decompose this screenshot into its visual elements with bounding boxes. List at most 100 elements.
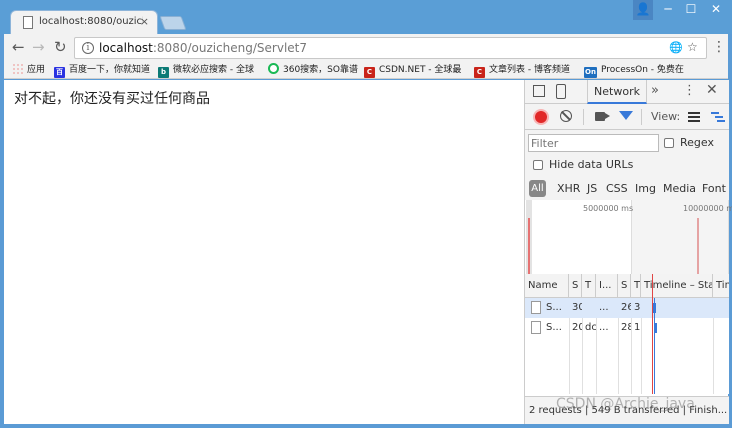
no-purchase-message: 对不起，你还没有买过任何商品: [14, 91, 210, 107]
row-initiator: ...: [599, 302, 609, 313]
document-icon: [531, 301, 541, 314]
row-name: S...: [546, 322, 562, 333]
360-icon: [268, 63, 279, 74]
row-time: 16: [634, 322, 641, 333]
row-type: dc: [585, 322, 596, 333]
page-content: 对不起，你还没有买过任何商品: [4, 80, 524, 424]
type-filter-css[interactable]: CSS: [606, 182, 628, 195]
baidu-icon: 百: [54, 67, 65, 78]
devtools-close-icon[interactable]: ✕: [706, 83, 718, 97]
csdn-icon: C: [474, 67, 485, 78]
network-overview[interactable]: 5000000 ms 10000000 ms: [525, 200, 732, 278]
capture-screenshots-icon[interactable]: [595, 112, 610, 121]
column-timeline-extra[interactable]: Tim: [713, 274, 729, 298]
overview-tick: 5000000 ms: [583, 204, 634, 213]
table-row[interactable]: S... 20 dc ... 28 16: [525, 318, 729, 338]
url-path: :8080/ouzicheng/Servlet7: [152, 41, 308, 55]
requests-table-body: S... 30 ... 26 3 S... 20 dc ... 28 16: [525, 298, 729, 394]
divider: [583, 109, 584, 125]
type-filter-media[interactable]: Media: [663, 182, 696, 195]
requests-table-header: Name S T I... S T Timeline – Start Tim: [525, 274, 729, 298]
browser-menu-icon[interactable]: ⋮: [712, 39, 726, 55]
translate-icon[interactable]: 🌐: [669, 41, 683, 54]
back-button[interactable]: ←: [12, 39, 25, 55]
tab-title: localhost:8080/ouziche: [39, 16, 143, 27]
filter-input[interactable]: [528, 134, 659, 152]
regex-label: Regex: [680, 136, 714, 149]
bookmark-star-icon[interactable]: ☆: [687, 40, 698, 54]
type-filter-xhr[interactable]: XHR: [557, 182, 580, 195]
bookmark-baidu[interactable]: 百百度一下，你就知道: [54, 63, 154, 78]
more-tabs-icon[interactable]: »: [651, 84, 659, 98]
bookmark-bing[interactable]: b 微软必应搜索 - 全球: [158, 63, 264, 78]
bookmark-processon[interactable]: On ProcessOn - 免费在: [584, 63, 694, 78]
hide-data-urls-checkbox[interactable]: [533, 160, 543, 170]
type-filter-all[interactable]: All: [529, 180, 546, 197]
row-status: 30: [572, 302, 582, 313]
row-type: [582, 298, 596, 318]
type-filter-font[interactable]: Font: [702, 182, 726, 195]
view-label: View:: [651, 110, 681, 123]
bookmark-apps[interactable]: 应用: [12, 63, 52, 78]
row-status: 20: [572, 322, 582, 333]
browser-toolbar: ← → ↻ i localhost:8080/ouzicheng/Servlet…: [4, 34, 728, 62]
tab-network[interactable]: Network: [587, 80, 647, 104]
row-name: S...: [546, 302, 562, 313]
dom-content-loaded-line: [654, 298, 655, 394]
address-bar[interactable]: i localhost:8080/ouzicheng/Servlet7 🌐 ☆: [74, 37, 707, 59]
url-text[interactable]: localhost:8080/ouzicheng/Servlet7: [99, 41, 307, 55]
overview-icon[interactable]: [711, 112, 725, 122]
column-status[interactable]: S: [569, 274, 582, 298]
info-icon[interactable]: i: [82, 42, 94, 54]
type-filter-js[interactable]: JS: [587, 182, 597, 195]
column-size[interactable]: S: [618, 274, 631, 298]
user-icon[interactable]: 👤: [633, 0, 653, 20]
type-filter-img[interactable]: Img: [635, 182, 656, 195]
overview-bar: [528, 218, 530, 278]
large-rows-icon[interactable]: [688, 112, 700, 122]
url-host: localhost: [99, 41, 153, 55]
clear-icon[interactable]: [560, 110, 572, 122]
processon-icon: On: [584, 67, 597, 78]
divider: [641, 109, 642, 125]
maximize-button[interactable]: ☐: [680, 0, 702, 20]
minimize-button[interactable]: ─: [657, 0, 679, 20]
devtools-panel: Network » ⋮ ✕ View: Regex Hide data URLs…: [524, 80, 732, 424]
load-event-line: [652, 274, 653, 394]
page-icon: [23, 16, 33, 29]
column-name[interactable]: Name: [525, 274, 569, 298]
column-time[interactable]: T: [631, 274, 641, 298]
table-row[interactable]: S... 30 ... 26 3: [525, 298, 729, 318]
column-type[interactable]: T: [582, 274, 596, 298]
close-window-button[interactable]: ✕: [704, 0, 728, 20]
row-initiator: ...: [599, 322, 609, 333]
title-bar: localhost:8080/ouziche × 👤 ─ ☐ ✕: [0, 0, 732, 34]
csdn-icon: C: [364, 67, 375, 78]
hide-data-urls-label: Hide data URLs: [549, 158, 634, 171]
tab-close-icon[interactable]: ×: [140, 15, 149, 28]
overview-bar: [697, 218, 699, 278]
browser-tab[interactable]: localhost:8080/ouziche ×: [10, 10, 158, 34]
record-icon[interactable]: [535, 111, 547, 123]
apps-icon: [12, 63, 23, 74]
reload-button[interactable]: ↻: [54, 39, 67, 55]
new-tab-button[interactable]: [159, 16, 187, 30]
regex-checkbox[interactable]: [664, 138, 674, 148]
row-time: 3: [634, 302, 641, 313]
devtools-menu-icon[interactable]: ⋮: [683, 84, 696, 98]
row-size: 28: [621, 322, 631, 333]
inspect-element-icon[interactable]: [533, 85, 545, 97]
forward-button[interactable]: →: [32, 39, 45, 55]
devtools-tab-bar: Network » ⋮ ✕: [525, 80, 729, 104]
bookmarks-bar: 应用 百百度一下，你就知道 b 微软必应搜索 - 全球 360搜索，SO靠谱 CC…: [4, 62, 728, 79]
watermark: CSDN @Archie_java: [556, 396, 695, 412]
bing-icon: b: [158, 67, 169, 78]
document-icon: [531, 321, 541, 334]
row-size: 26: [621, 302, 631, 313]
bookmark-csdn[interactable]: C CSDN.NET - 全球最: [364, 63, 470, 78]
column-initiator[interactable]: I...: [596, 274, 618, 298]
bookmark-360[interactable]: 360搜索，SO靠谱: [268, 63, 362, 78]
device-toolbar-icon[interactable]: [556, 84, 566, 99]
bookmark-article-list[interactable]: C 文章列表 - 博客频道: [474, 63, 580, 78]
filter-icon[interactable]: [619, 111, 633, 120]
